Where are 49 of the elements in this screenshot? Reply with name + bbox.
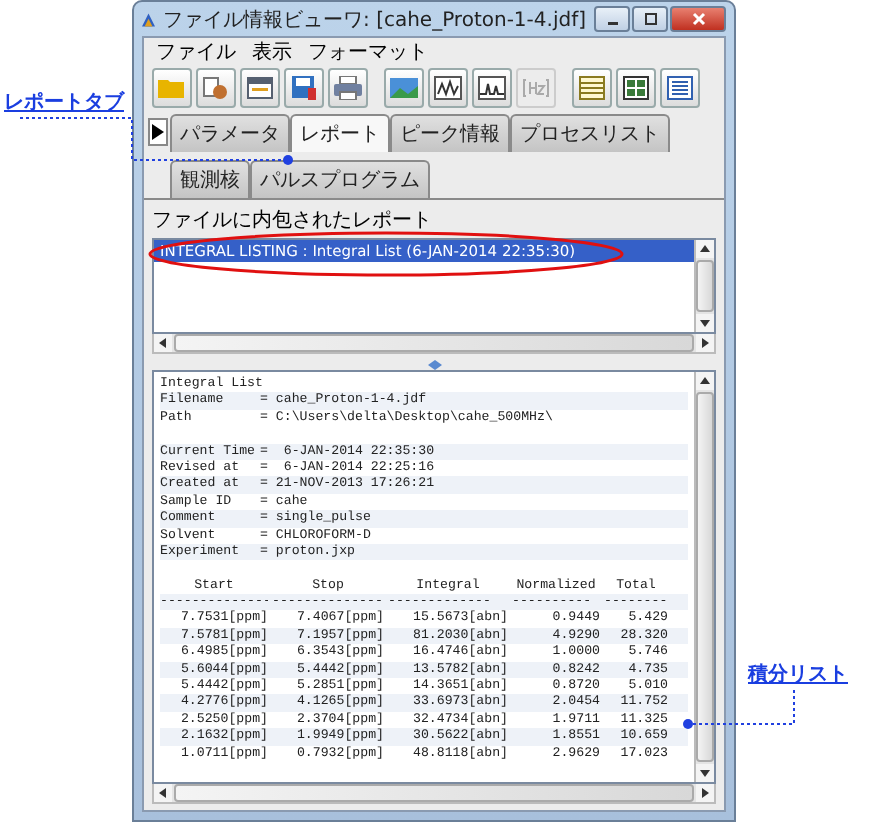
up-arrow-icon[interactable] <box>696 372 714 390</box>
spectrum-icon <box>478 76 506 100</box>
leader-line <box>680 688 800 732</box>
right-arrow-icon[interactable] <box>696 784 714 802</box>
printer-icon <box>334 76 362 100</box>
tab[interactable]: パルスプログラム <box>250 160 430 198</box>
close-icon <box>691 12 705 26</box>
left-arrow-icon[interactable] <box>154 784 172 802</box>
tab-scroll-button[interactable] <box>148 118 168 146</box>
folder-icon <box>158 76 186 100</box>
right-arrow-icon[interactable] <box>696 334 714 352</box>
list-icon <box>666 76 694 100</box>
tab[interactable]: ピーク情報 <box>390 114 510 152</box>
scrollbar[interactable] <box>694 240 714 332</box>
tab[interactable]: レポート <box>290 114 390 152</box>
left-arrow-icon[interactable] <box>154 334 172 352</box>
menu-item[interactable]: ファイル <box>156 38 236 64</box>
toolbar-button[interactable] <box>616 68 656 108</box>
down-arrow-icon[interactable] <box>696 764 714 782</box>
down-arrow-icon[interactable] <box>696 314 714 332</box>
save-icon <box>290 76 318 100</box>
maximize-icon <box>643 12 657 26</box>
play-icon <box>152 124 164 140</box>
up-arrow-icon[interactable] <box>696 240 714 258</box>
maximize-button[interactable] <box>632 6 668 32</box>
section-label: ファイルに内包されたレポート <box>152 207 434 234</box>
annotation-label: 積分リスト <box>748 661 848 688</box>
window-title: ファイル情報ビューワ: [cahe_Proton-1-4.jdf] <box>163 7 586 33</box>
tab[interactable]: パラメータ <box>170 114 290 152</box>
scrollbar[interactable] <box>152 784 716 804</box>
scrollbar[interactable] <box>152 334 716 354</box>
tab[interactable]: 観測核 <box>170 160 250 198</box>
tab[interactable]: プロセスリスト <box>510 114 670 152</box>
scrollbar[interactable] <box>694 372 714 782</box>
window-icon <box>246 76 274 100</box>
menu-item[interactable]: フォーマット <box>308 38 428 64</box>
minimize-button[interactable] <box>594 6 630 32</box>
toolbar-button[interactable] <box>428 68 468 108</box>
close-button[interactable] <box>670 6 726 32</box>
annotation-label: レポートタブ <box>4 89 124 116</box>
grid-icon <box>622 76 650 100</box>
toolbar-button[interactable] <box>660 68 700 108</box>
image-icon <box>390 76 418 100</box>
toolbar-button[interactable] <box>472 68 512 108</box>
hertz-icon <box>522 76 550 100</box>
menu-item[interactable]: 表示 <box>252 38 292 64</box>
app-icon <box>142 9 156 29</box>
toolbar-button[interactable] <box>240 68 280 108</box>
table-icon <box>578 76 606 100</box>
